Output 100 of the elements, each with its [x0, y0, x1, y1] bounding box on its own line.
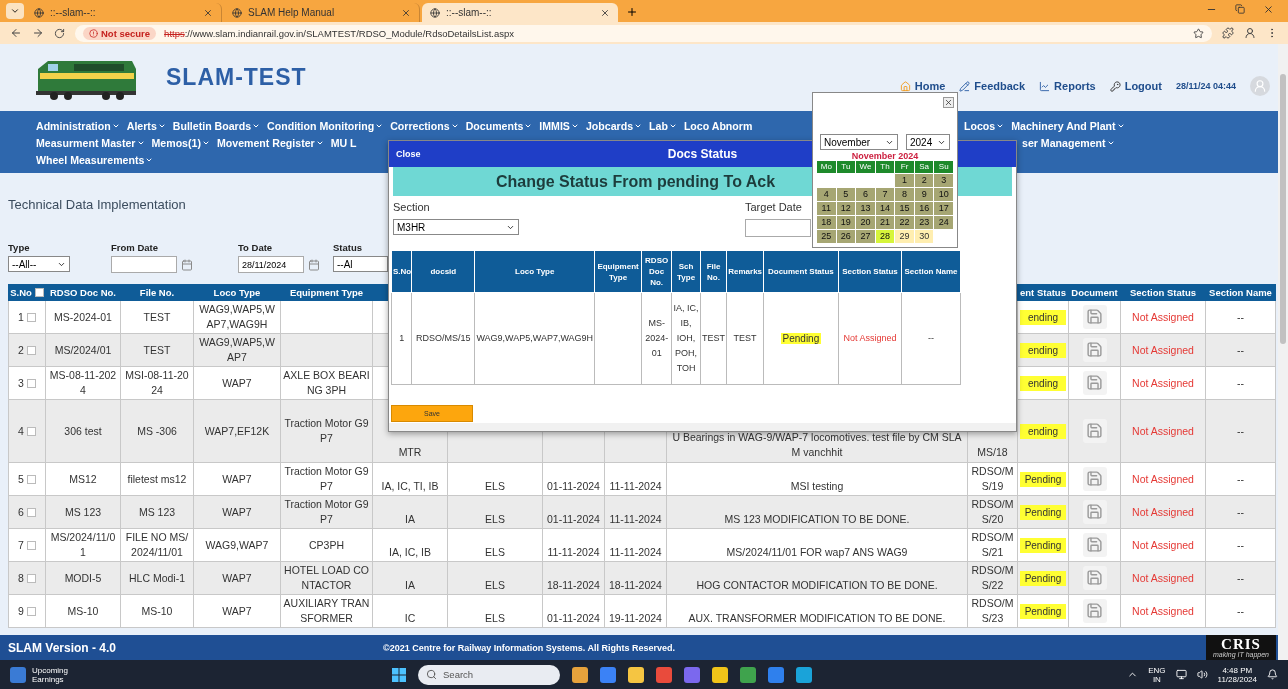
- close-icon[interactable]: [401, 7, 411, 18]
- calendar-day[interactable]: 5: [836, 188, 856, 201]
- calendar-day[interactable]: 16: [914, 202, 934, 215]
- calendar-day[interactable]: 28: [875, 230, 895, 243]
- speaker-icon[interactable]: [1196, 669, 1208, 680]
- calendar-day[interactable]: 13: [856, 202, 875, 215]
- menu-item[interactable]: IMMIS: [539, 119, 579, 132]
- forward-icon[interactable]: [32, 27, 44, 39]
- calendar-day[interactable]: 6: [856, 188, 875, 201]
- select-all-checkbox[interactable]: [34, 288, 44, 297]
- calendar-day[interactable]: 18: [817, 216, 836, 229]
- app-icon[interactable]: [768, 666, 784, 683]
- row-checkbox[interactable]: [26, 474, 36, 484]
- close-icon[interactable]: [600, 7, 610, 18]
- calendar-day[interactable]: 26: [836, 230, 856, 243]
- row-checkbox[interactable]: [26, 312, 36, 322]
- language-indicator[interactable]: ENG IN: [1148, 665, 1166, 684]
- app-icon[interactable]: [572, 666, 588, 683]
- header-link[interactable]: Home: [899, 80, 946, 92]
- calendar-day[interactable]: 1: [895, 174, 914, 187]
- menu-item[interactable]: ser Management: [1022, 136, 1115, 149]
- calendar-day[interactable]: 22: [895, 216, 914, 229]
- menu-item[interactable]: Machinery And Plant: [1011, 119, 1125, 132]
- date-field[interactable]: [745, 219, 811, 237]
- close-button[interactable]: Close: [393, 149, 424, 159]
- month-select[interactable]: November: [820, 134, 898, 150]
- calendar-day[interactable]: 12: [836, 202, 856, 215]
- calendar-day[interactable]: 4: [817, 188, 836, 201]
- select-field[interactable]: --Al: [333, 256, 388, 272]
- puzzle-icon[interactable]: [1222, 27, 1234, 39]
- calendar-day[interactable]: 7: [875, 188, 895, 201]
- menu-item[interactable]: Loco Abnorm: [683, 119, 753, 132]
- calendar-day[interactable]: 3: [934, 174, 953, 187]
- menu-item[interactable]: Bulletin Boards: [172, 119, 261, 132]
- menu-item[interactable]: Wheel Measurements: [36, 153, 154, 166]
- menu-item[interactable]: Documents: [465, 119, 533, 132]
- close-icon[interactable]: [203, 7, 213, 18]
- menu-item[interactable]: Jobcards: [585, 119, 643, 132]
- app-icon[interactable]: [712, 666, 728, 683]
- menu-item[interactable]: Locos: [964, 119, 1005, 132]
- section-select[interactable]: M3HR: [393, 219, 519, 235]
- row-checkbox[interactable]: [26, 540, 36, 550]
- header-link[interactable]: Reports: [1039, 80, 1096, 92]
- calendar-day[interactable]: 29: [895, 230, 914, 243]
- calendar-day[interactable]: 14: [875, 202, 895, 215]
- calendar-day[interactable]: 21: [875, 216, 895, 229]
- row-checkbox[interactable]: [26, 378, 36, 388]
- start-icon[interactable]: [392, 667, 406, 682]
- date-field[interactable]: 28/11/2024: [238, 256, 304, 273]
- star-icon[interactable]: [1193, 27, 1204, 39]
- menu-item[interactable]: Movement Register: [216, 136, 324, 149]
- app-icon[interactable]: [796, 666, 812, 683]
- app-icon[interactable]: [740, 666, 756, 683]
- calendar-day[interactable]: 25: [817, 230, 836, 243]
- news-widget[interactable]: Upcoming Earnings: [10, 665, 68, 684]
- calendar-day[interactable]: 11: [817, 202, 836, 215]
- row-checkbox[interactable]: [26, 573, 36, 583]
- menu-item[interactable]: Lab: [649, 119, 677, 132]
- row-checkbox[interactable]: [26, 426, 36, 436]
- app-icon[interactable]: [628, 666, 644, 683]
- close-icon[interactable]: [1263, 3, 1274, 15]
- calendar-day[interactable]: 20: [856, 216, 875, 229]
- header-link[interactable]: Feedback: [959, 80, 1026, 92]
- clock[interactable]: 4:48 PM 11/28/2024: [1217, 665, 1257, 684]
- calendar-day[interactable]: 19: [836, 216, 856, 229]
- scrollbar[interactable]: [389, 423, 1016, 431]
- calendar-day[interactable]: 23: [914, 216, 934, 229]
- bell-icon[interactable]: [1267, 669, 1278, 680]
- calendar-day[interactable]: 15: [895, 202, 914, 215]
- calendar-day[interactable]: 9: [914, 188, 934, 201]
- row-checkbox[interactable]: [26, 606, 36, 616]
- calendar-day[interactable]: 8: [895, 188, 914, 201]
- scrollbar[interactable]: [1278, 44, 1288, 660]
- profile-icon[interactable]: [1244, 27, 1256, 39]
- calendar-day[interactable]: 10: [934, 188, 953, 201]
- back-icon[interactable]: [10, 27, 22, 39]
- calendar-day[interactable]: 2: [914, 174, 934, 187]
- restore-icon[interactable]: [1235, 3, 1245, 14]
- menu-item[interactable]: Corrections: [390, 119, 459, 132]
- menu-item[interactable]: Alerts: [126, 119, 166, 132]
- select-field[interactable]: --All--: [8, 256, 70, 272]
- menu-item[interactable]: Memos(1): [151, 136, 210, 149]
- row-checkbox[interactable]: [26, 507, 36, 517]
- menu-item[interactable]: Administration: [36, 119, 120, 132]
- new-tab-icon[interactable]: [626, 6, 638, 18]
- app-icon[interactable]: [656, 666, 672, 683]
- menu-item[interactable]: Condition Monitoring: [267, 119, 384, 132]
- header-link[interactable]: Logout: [1109, 80, 1162, 92]
- address-field[interactable]: Not secure https://www.slam.indianrail.gov.in/SLAMTEST/RDSO_Module/RdsoDetailsList.aspx: [75, 24, 1212, 42]
- taskbar-search[interactable]: Search: [418, 664, 560, 685]
- menu-item[interactable]: MU L: [330, 136, 357, 149]
- reload-icon[interactable]: [54, 27, 65, 39]
- app-icon[interactable]: [600, 666, 616, 683]
- date-field[interactable]: [111, 256, 177, 273]
- year-select[interactable]: 2024: [906, 134, 950, 150]
- security-badge[interactable]: Not secure: [83, 26, 157, 40]
- row-checkbox[interactable]: [26, 345, 36, 355]
- monitor-icon[interactable]: [1175, 669, 1187, 680]
- calendar-day[interactable]: 30: [914, 230, 934, 243]
- calendar-day[interactable]: 17: [934, 202, 953, 215]
